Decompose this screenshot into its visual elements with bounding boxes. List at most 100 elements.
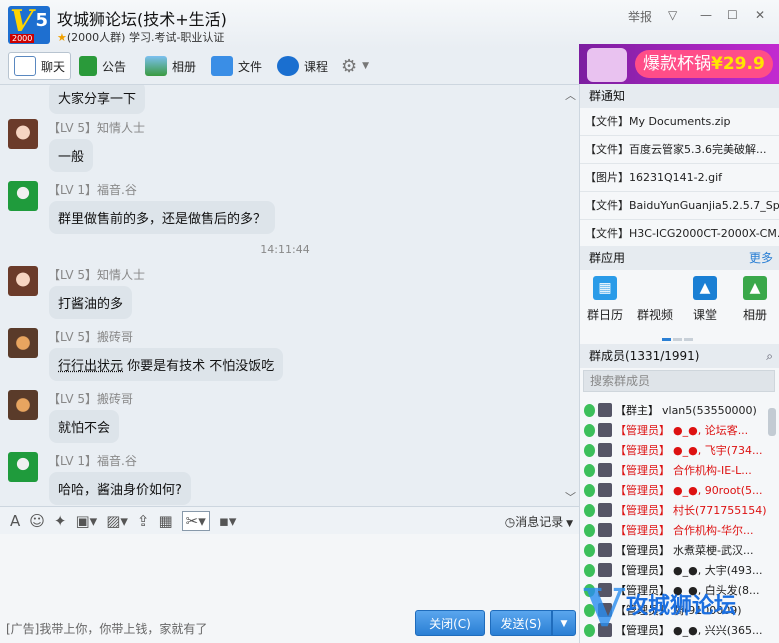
tab-album[interactable]: 相册 <box>140 52 201 80</box>
avatar[interactable] <box>8 181 38 211</box>
member-role: 【管理员】 <box>615 424 670 437</box>
member-scrollbar[interactable] <box>768 408 776 436</box>
close-window-button[interactable]: ✕ <box>755 8 765 22</box>
tab-album-label: 相册 <box>172 59 197 74</box>
watermark-text: 攻城狮论坛 <box>626 594 737 619</box>
promo-pill: 爆款杯锅¥29.9 <box>635 50 773 78</box>
notice-header: 群通知 <box>580 84 779 108</box>
sender-name[interactable]: 【LV 5】知情人士 <box>48 119 145 136</box>
member-row[interactable]: 【管理员】 ●_●, 飞宇(734... <box>584 440 770 460</box>
avatar[interactable] <box>8 452 38 482</box>
avatar[interactable] <box>8 390 38 420</box>
member-search-input[interactable]: 搜索群成员 <box>583 370 775 392</box>
file-item[interactable]: 【文件】H3C-ICG2000CT-2000X-CM... <box>580 220 779 248</box>
side-panel: 群通知 【文件】My Documents.zip 【文件】百度云管家5.3.6完… <box>579 84 779 643</box>
watermark-logo: V 攻城狮论坛 <box>580 578 779 642</box>
search-icon[interactable]: ⌕ <box>766 344 773 368</box>
members-title: 群成员(1331/1991) <box>589 349 700 363</box>
message-bubble[interactable]: 一般 <box>49 139 94 172</box>
avatar[interactable] <box>8 328 38 358</box>
member-row[interactable]: 【管理员】 ●_●, 90root(5... <box>584 480 770 500</box>
member-row[interactable]: 【管理员】 合作机构-华尔... <box>584 520 770 540</box>
promo-text: 爆款杯锅 <box>643 54 711 74</box>
shake-icon[interactable]: ▣▾ <box>75 512 97 530</box>
tab-notice[interactable]: 公告 <box>74 52 131 80</box>
sender-name[interactable]: 【LV 5】搬砖哥 <box>48 390 133 407</box>
tab-course[interactable]: 课程 <box>272 52 333 80</box>
emoji-icon[interactable]: ☺ <box>29 512 45 530</box>
message-bubble[interactable]: 打酱油的多 <box>49 286 133 319</box>
message-bubble[interactable]: 行行出状元 你要是有技术 不怕没饭吃 <box>49 348 284 381</box>
member-row[interactable]: 【管理员】 村长(771755154) <box>584 500 770 520</box>
dropdown-icon[interactable]: ▽ <box>668 8 677 22</box>
file-item[interactable]: 【文件】My Documents.zip <box>580 108 779 136</box>
message-history-button[interactable]: ◷消息记录 ▼ <box>505 513 573 530</box>
sender-name[interactable]: 【LV 1】福音.谷 <box>48 181 137 198</box>
member-row[interactable]: 【群主】 vlan5(53550000) <box>584 400 770 420</box>
image-icon[interactable]: ▨▾ <box>106 512 128 530</box>
message-bubble[interactable]: 就怕不会 <box>49 410 120 443</box>
report-link[interactable]: 举报 <box>628 8 652 25</box>
minimize-button[interactable]: — <box>700 8 712 22</box>
member-status-icon <box>584 443 595 457</box>
flag-icon <box>79 56 97 76</box>
tab-files[interactable]: 文件 <box>206 52 267 80</box>
maximize-button[interactable]: ☐ <box>727 8 738 22</box>
apps-pager[interactable] <box>662 330 695 344</box>
sender-name[interactable]: 【LV 5】搬砖哥 <box>48 328 133 345</box>
gift-icon[interactable]: ▦ <box>158 512 172 530</box>
app-label: 课堂 <box>692 308 717 322</box>
scroll-down-icon[interactable]: ﹀ <box>565 489 576 505</box>
ad-text[interactable]: [广告]我带上你，你带上钱，家就有了 <box>6 620 207 637</box>
app-calendar[interactable]: ▦ 群日历 <box>583 276 627 323</box>
scissors-icon[interactable]: ✂▾ <box>181 510 210 531</box>
member-row[interactable]: 【管理员】 ●_●, 大宇(493... <box>584 560 770 580</box>
send-button[interactable]: 发送(S) <box>490 610 552 636</box>
album-icon: ▲ <box>743 276 767 300</box>
product-image <box>587 48 627 82</box>
settings-button[interactable]: ⚙ ▼ <box>336 52 374 80</box>
group-logo[interactable]: V5 2000 <box>8 6 50 44</box>
file-item[interactable]: 【图片】16231Q141-2.gif <box>580 164 779 192</box>
message-bubble[interactable]: 哈哈，酱油身价如何? <box>49 472 191 505</box>
message-input[interactable]: [广告]我带上你，你带上钱，家就有了 关闭(C) 发送(S) ▼ <box>0 534 579 643</box>
notice-title: 群通知 <box>589 89 626 103</box>
logo-year: 2000 <box>10 34 35 43</box>
upload-icon[interactable]: ⇪ <box>137 512 150 530</box>
promo-price: ¥29.9 <box>711 54 765 74</box>
member-avatar <box>598 463 612 477</box>
sender-name[interactable]: 【LV 5】知情人士 <box>48 266 145 283</box>
tab-files-label: 文件 <box>238 59 263 74</box>
member-row[interactable]: 【管理员】 水煮菜梗-武汉... <box>584 540 770 560</box>
close-button[interactable]: 关闭(C) <box>415 610 485 636</box>
avatar[interactable] <box>8 119 38 149</box>
scroll-up-icon[interactable]: ︿ <box>565 87 576 103</box>
message-bubble[interactable]: 群里做售前的多，还是做售后的多？ <box>49 201 276 234</box>
group-name[interactable]: 攻城狮论坛(技术+生活) <box>57 6 227 30</box>
file-item[interactable]: 【文件】百度云管家5.3.6完美破解... <box>580 136 779 164</box>
member-row[interactable]: 【管理员】 合作机构-IE-L... <box>584 460 770 480</box>
sender-name[interactable]: 【LV 1】福音.谷 <box>48 452 137 469</box>
promo-banner[interactable]: 爆款杯锅¥29.9 <box>579 44 779 84</box>
members-header: 群成员(1331/1991) ⌕ <box>580 344 779 368</box>
message-bubble[interactable]: 大家分享一下 <box>49 85 146 114</box>
timestamp: 14:11:44 <box>260 243 310 256</box>
font-icon[interactable]: A <box>10 512 20 530</box>
member-row[interactable]: 【管理员】 ●_●, 论坛客... <box>584 420 770 440</box>
magic-icon[interactable]: ✦ <box>54 512 67 530</box>
chat-history[interactable]: ︿ 大家分享一下 【LV 5】知情人士 一般 【LV 1】福音.谷 群里做售前的… <box>0 84 579 506</box>
apps-more-link[interactable]: 更多 <box>749 246 773 270</box>
send-options-button[interactable]: ▼ <box>552 610 576 636</box>
message-link[interactable]: 行行出状元 <box>58 359 123 374</box>
app-classroom[interactable]: ▲ 课堂 <box>683 276 727 323</box>
app-label: 群日历 <box>586 308 623 322</box>
app-album[interactable]: ▲ 相册 <box>733 276 777 323</box>
member-avatar <box>598 443 612 457</box>
member-avatar <box>598 563 612 577</box>
notify-icon[interactable]: ▪▾ <box>219 512 237 530</box>
calendar-icon: ▦ <box>593 276 617 300</box>
file-item[interactable]: 【文件】BaiduYunGuanjia5.2.5.7_Sp... <box>580 192 779 220</box>
tab-chat[interactable]: 聊天 <box>8 52 72 80</box>
app-video[interactable]: 群视频 <box>633 276 677 323</box>
avatar[interactable] <box>8 266 38 296</box>
